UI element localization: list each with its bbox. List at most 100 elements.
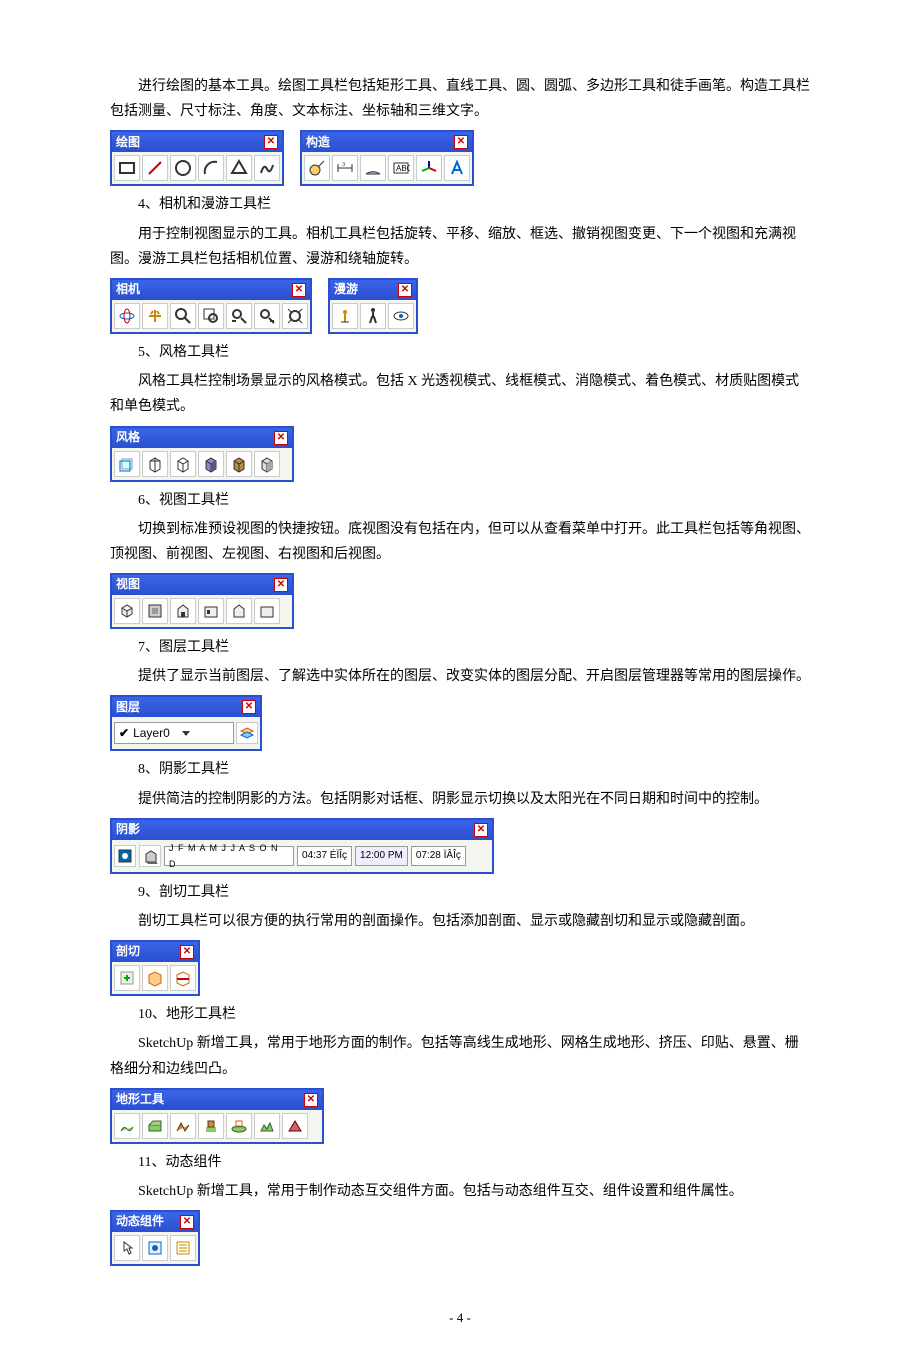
dynamic-component-toolbar: 动态组件 ✕ xyxy=(110,1210,200,1266)
zoom-previous-icon[interactable] xyxy=(226,303,252,329)
tape-measure-icon[interactable] xyxy=(304,155,330,181)
time-value-3: 07:28 ÏÂÎç xyxy=(411,846,466,866)
freehand-tool-icon[interactable] xyxy=(254,155,280,181)
rectangle-tool-icon[interactable] xyxy=(114,155,140,181)
shadow-toggle-icon[interactable] xyxy=(139,845,161,867)
close-icon[interactable]: ✕ xyxy=(242,700,256,714)
section-8-title: 8、阴影工具栏 xyxy=(110,757,810,782)
section-6-title: 6、视图工具栏 xyxy=(110,488,810,513)
smoove-icon[interactable] xyxy=(170,1113,196,1139)
top-view-icon[interactable] xyxy=(142,598,168,624)
add-section-icon[interactable] xyxy=(114,965,140,991)
left-view-icon[interactable] xyxy=(254,598,280,624)
zoom-next-icon[interactable] xyxy=(254,303,280,329)
look-around-icon[interactable] xyxy=(388,303,414,329)
polygon-tool-icon[interactable] xyxy=(226,155,252,181)
section-8-body: 提供简洁的控制阴影的方法。包括阴影对话框、阴影显示切换以及太阳光在不同日期和时间… xyxy=(110,787,810,812)
time-value-1: 04:37 ÉÏÎç xyxy=(297,846,352,866)
draw-toolbar-title: 绘图 xyxy=(116,132,140,154)
close-icon[interactable]: ✕ xyxy=(180,945,194,959)
3dtext-tool-icon[interactable] xyxy=(444,155,470,181)
section-11-body: SketchUp 新增工具，常用于制作动态互交组件方面。包括与动态组件互交、组件… xyxy=(110,1179,810,1204)
back-view-icon[interactable] xyxy=(226,598,252,624)
from-contours-icon[interactable] xyxy=(114,1113,140,1139)
section-4-body: 用于控制视图显示的工具。相机工具栏包括旋转、平移、缩放、框选、撤销视图变更、下一… xyxy=(110,222,810,272)
text-tool-icon[interactable]: ABC xyxy=(388,155,414,181)
walk-toolbar-title: 漫游 xyxy=(334,279,358,301)
layer-toolbar: 图层 ✕ ✔ Layer0 xyxy=(110,695,262,751)
shadow-toolbar: 阴影 ✕ J F M A M J J A S O N D 04:37 ÉÏÎç … xyxy=(110,818,494,874)
orbit-icon[interactable] xyxy=(114,303,140,329)
view-toolbar: 视图 ✕ xyxy=(110,573,294,629)
arc-tool-icon[interactable] xyxy=(198,155,224,181)
front-view-icon[interactable] xyxy=(170,598,196,624)
shaded-mode-icon[interactable] xyxy=(198,451,224,477)
position-camera-icon[interactable] xyxy=(332,303,358,329)
axes-tool-icon[interactable] xyxy=(416,155,442,181)
section-7-body: 提供了显示当前图层、了解选中实体所在的图层、改变实体的图层分配、开启图层管理器等… xyxy=(110,664,810,689)
section-10-body: SketchUp 新增工具，常用于地形方面的制作。包括等高线生成地形、网格生成地… xyxy=(110,1031,810,1081)
show-section-plane-icon[interactable] xyxy=(142,965,168,991)
walk-icon[interactable] xyxy=(360,303,386,329)
stamp-icon[interactable] xyxy=(198,1113,224,1139)
line-tool-icon[interactable] xyxy=(142,155,168,181)
shadow-toolbar-title: 阴影 xyxy=(116,819,140,841)
dynamic-component-toolbar-title: 动态组件 xyxy=(116,1211,164,1233)
circle-tool-icon[interactable] xyxy=(170,155,196,181)
view-toolbar-title: 视图 xyxy=(116,574,140,596)
dimension-tool-icon[interactable]: 3 xyxy=(332,155,358,181)
right-view-icon[interactable] xyxy=(198,598,224,624)
section-cut-toolbar: 剖切 ✕ xyxy=(110,940,200,996)
iso-view-icon[interactable] xyxy=(114,598,140,624)
dropdown-arrow-icon xyxy=(182,731,190,736)
month-labels: J F M A M J J A S O N D xyxy=(169,840,289,872)
section-10-title: 10、地形工具栏 xyxy=(110,1002,810,1027)
show-section-cut-icon[interactable] xyxy=(170,965,196,991)
close-icon[interactable]: ✕ xyxy=(264,135,278,149)
close-icon[interactable]: ✕ xyxy=(454,135,468,149)
close-icon[interactable]: ✕ xyxy=(304,1093,318,1107)
xray-mode-icon[interactable] xyxy=(114,451,140,477)
current-layer-name: Layer0 xyxy=(133,723,170,745)
wireframe-mode-icon[interactable] xyxy=(142,451,168,477)
section-5-title: 5、风格工具栏 xyxy=(110,340,810,365)
style-toolbar-title: 风格 xyxy=(116,427,140,449)
flip-edge-icon[interactable] xyxy=(282,1113,308,1139)
zoom-extents-icon[interactable] xyxy=(282,303,308,329)
check-icon: ✔ xyxy=(119,723,129,745)
time-value-2: 12:00 PM xyxy=(355,846,408,866)
camera-toolbar: 相机 ✕ xyxy=(110,278,312,334)
protractor-icon[interactable] xyxy=(360,155,386,181)
section-9-title: 9、剖切工具栏 xyxy=(110,880,810,905)
component-options-icon[interactable] xyxy=(142,1235,168,1261)
construct-toolbar: 构造 ✕ 3 ABC xyxy=(300,130,474,186)
svg-text:3: 3 xyxy=(342,162,345,168)
drape-icon[interactable] xyxy=(226,1113,252,1139)
layer-manager-icon[interactable] xyxy=(236,722,258,744)
close-icon[interactable]: ✕ xyxy=(398,283,412,297)
zoom-window-icon[interactable] xyxy=(198,303,224,329)
close-icon[interactable]: ✕ xyxy=(292,283,306,297)
add-detail-icon[interactable] xyxy=(254,1113,280,1139)
interact-icon[interactable] xyxy=(114,1235,140,1261)
from-scratch-icon[interactable] xyxy=(142,1113,168,1139)
pan-icon[interactable] xyxy=(142,303,168,329)
section-6-body: 切换到标准预设视图的快捷按钮。底视图没有包括在内，但可以从查看菜单中打开。此工具… xyxy=(110,517,810,567)
date-slider[interactable]: J F M A M J J A S O N D xyxy=(164,846,294,866)
section-4-title: 4、相机和漫游工具栏 xyxy=(110,192,810,217)
construct-toolbar-title: 构造 xyxy=(306,132,330,154)
close-icon[interactable]: ✕ xyxy=(180,1215,194,1229)
monochrome-mode-icon[interactable] xyxy=(254,451,280,477)
camera-toolbar-title: 相机 xyxy=(116,279,140,301)
layer-dropdown[interactable]: ✔ Layer0 xyxy=(114,722,234,744)
zoom-icon[interactable] xyxy=(170,303,196,329)
hidden-line-mode-icon[interactable] xyxy=(170,451,196,477)
close-icon[interactable]: ✕ xyxy=(474,823,488,837)
textured-mode-icon[interactable] xyxy=(226,451,252,477)
layer-toolbar-title: 图层 xyxy=(116,697,140,719)
terrain-toolbar-title: 地形工具 xyxy=(116,1089,164,1111)
component-attributes-icon[interactable] xyxy=(170,1235,196,1261)
close-icon[interactable]: ✕ xyxy=(274,431,288,445)
shadow-dialog-icon[interactable] xyxy=(114,845,136,867)
close-icon[interactable]: ✕ xyxy=(274,578,288,592)
